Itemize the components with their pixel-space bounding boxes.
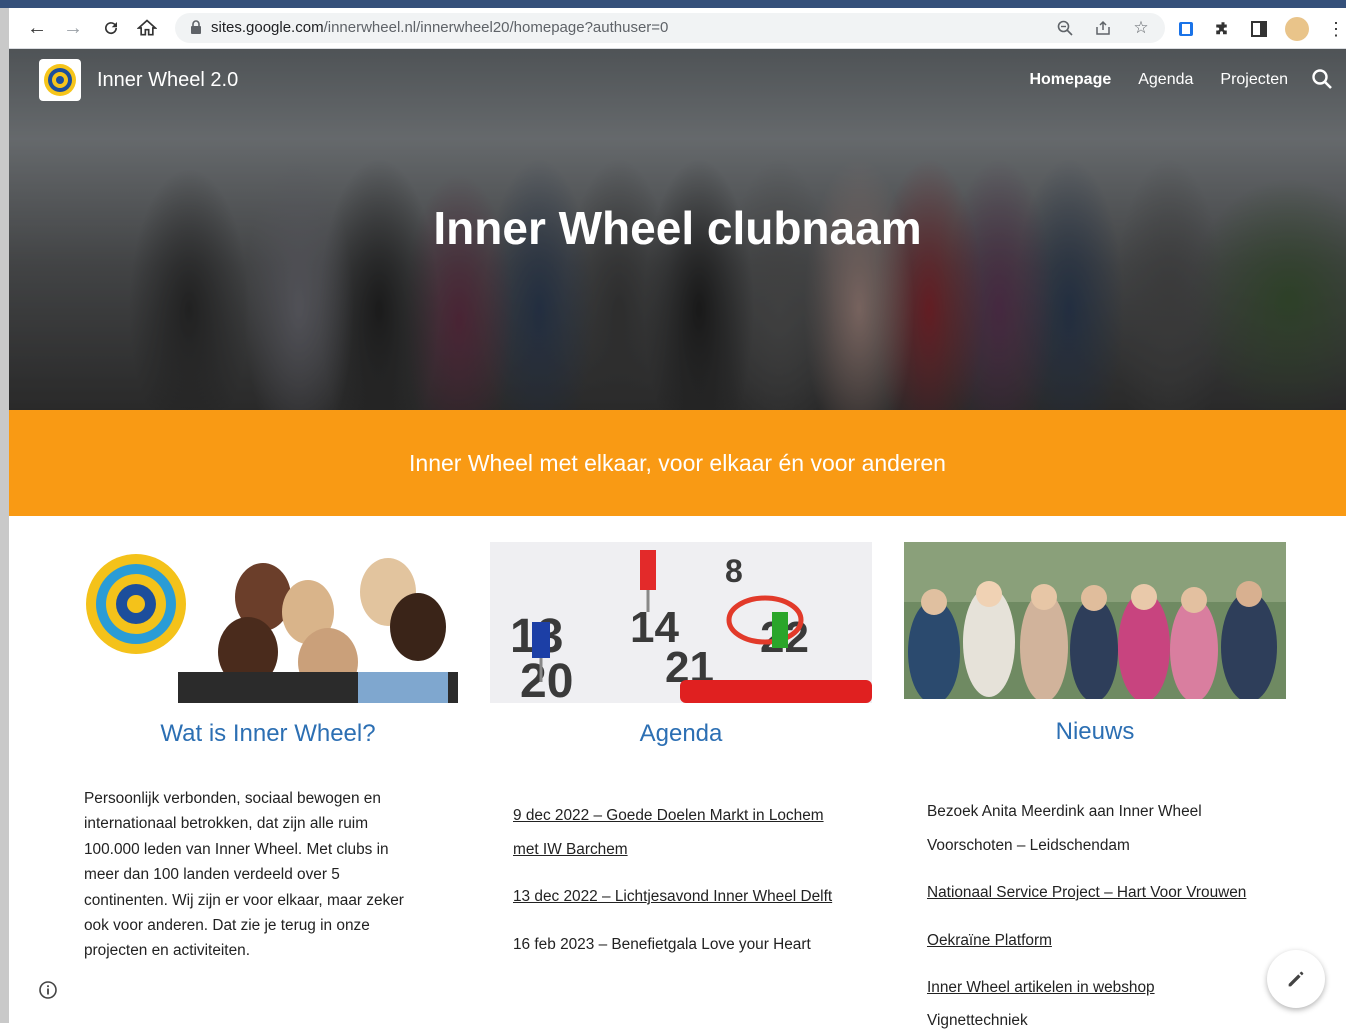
- tagline-text: Inner Wheel met elkaar, voor elkaar én v…: [409, 450, 946, 476]
- info-icon[interactable]: [38, 980, 58, 1000]
- lock-icon: [191, 20, 201, 34]
- browser-toolbar: ← → sites.google.com/innerwheel.nl/inner…: [9, 8, 1346, 49]
- back-arrow-icon[interactable]: ←: [23, 14, 51, 42]
- share-icon[interactable]: [1093, 18, 1113, 38]
- edit-button[interactable]: [1267, 950, 1325, 1008]
- news-item-2[interactable]: Nationaal Service Project – Hart Voor Vr…: [927, 884, 1246, 902]
- nav-projecten[interactable]: Projecten: [1220, 71, 1288, 89]
- hero-banner: Inner Wheel 2.0 Homepage Agenda Projecte…: [9, 49, 1346, 410]
- agenda-image: 13 20 14 21 22 8: [490, 542, 872, 703]
- agenda-item-1-line2[interactable]: met IW Barchem: [513, 841, 628, 859]
- zoom-icon[interactable]: [1055, 18, 1075, 38]
- bookmark-star-icon[interactable]: ☆: [1131, 18, 1151, 38]
- agenda-item-3: 16 feb 2023 – Benefietgala Love your Hea…: [513, 936, 811, 953]
- forward-arrow-icon[interactable]: →: [59, 14, 87, 42]
- pencil-icon: [1288, 971, 1304, 987]
- window-left-edge: [0, 8, 9, 1023]
- news-item-5[interactable]: Vignettechniek: [927, 1012, 1028, 1030]
- about-title: Wat is Inner Wheel?: [160, 720, 376, 747]
- news-image: [904, 542, 1286, 699]
- svg-text:8: 8: [725, 553, 743, 589]
- nav-homepage[interactable]: Homepage: [1029, 71, 1111, 89]
- about-text: Persoonlijk verbonden, sociaal bewogen e…: [84, 790, 404, 960]
- address-bar[interactable]: sites.google.com/innerwheel.nl/innerwhee…: [175, 13, 1165, 43]
- reload-icon[interactable]: [97, 14, 125, 42]
- nav-agenda[interactable]: Agenda: [1138, 71, 1193, 89]
- news-item-3[interactable]: Oekraïne Platform: [927, 932, 1052, 950]
- extension-icon[interactable]: [1175, 18, 1197, 40]
- news-item-4[interactable]: Inner Wheel artikelen in webshop: [927, 979, 1155, 997]
- news-item-1-line2: Voorschoten – Leidschendam: [927, 837, 1130, 854]
- search-icon[interactable]: [1310, 67, 1334, 91]
- url-text[interactable]: sites.google.com/innerwheel.nl/innerwhee…: [211, 19, 668, 36]
- agenda-item-2[interactable]: 13 dec 2022 – Lichtjesavond Inner Wheel …: [513, 888, 832, 906]
- more-menu-icon[interactable]: ⋮: [1325, 18, 1346, 40]
- agenda-item-1-line1[interactable]: 9 dec 2022 – Goede Doelen Markt in Loche…: [513, 807, 824, 825]
- hero-title: Inner Wheel clubnaam: [433, 202, 922, 254]
- svg-text:20: 20: [520, 655, 573, 703]
- profile-avatar-icon[interactable]: [1285, 17, 1309, 41]
- tagline-band: Inner Wheel met elkaar, voor elkaar én v…: [9, 410, 1346, 516]
- news-title: Nieuws: [1055, 718, 1135, 745]
- site-nav: Homepage Agenda Projecten: [1029, 71, 1288, 89]
- about-image: [78, 542, 458, 703]
- agenda-title: Agenda: [639, 720, 723, 747]
- site-logo-icon[interactable]: [39, 59, 81, 101]
- window-top-strip: [0, 0, 1346, 8]
- home-icon[interactable]: [133, 14, 161, 42]
- side-panel-icon[interactable]: [1248, 18, 1270, 40]
- site-name[interactable]: Inner Wheel 2.0: [97, 69, 238, 92]
- news-item-1-line1: Bezoek Anita Meerdink aan Inner Wheel: [927, 803, 1202, 820]
- puzzle-extensions-icon[interactable]: [1212, 18, 1234, 40]
